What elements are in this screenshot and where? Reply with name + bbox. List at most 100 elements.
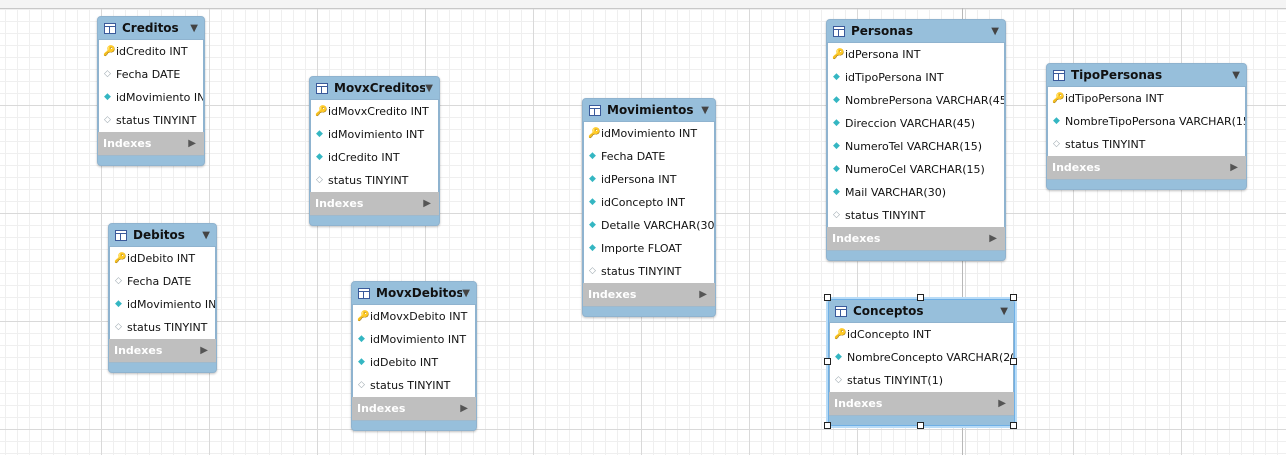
table-header[interactable]: Movimientos ▼ [583,99,715,121]
column-row[interactable]: ◇ status TINYINT [99,109,203,132]
selection-handle[interactable] [824,294,831,301]
indexes-section[interactable]: Indexes ▶ [1047,156,1246,180]
column-row[interactable]: ◆ idMovimiento INT [99,86,203,109]
column-row[interactable]: ◆ NombreConcepto VARCHAR(20) [830,346,1013,369]
indexes-section[interactable]: Indexes ▶ [352,397,476,421]
selection-handle[interactable] [1010,294,1017,301]
table-movxdebitos[interactable]: MovxDebitos ▼ 🔑 idMovxDebito INT ◆ idMovimien… [351,281,477,431]
collapse-arrow-icon[interactable]: ▼ [1000,306,1008,317]
collapse-arrow-icon[interactable]: ▼ [701,105,709,116]
column-row[interactable]: 🔑 idTipoPersona INT [1048,87,1245,110]
selection-handle[interactable] [824,422,831,429]
table-header[interactable]: MovxCreditos ▼ [310,77,439,99]
column-list: 🔑 idPersona INT ◆ idTipoPersona INT ◆ NombreP… [827,42,1005,227]
column-row[interactable]: ◆ idMovimiento INT [110,293,215,316]
column-row[interactable]: ◆ Detalle VARCHAR(30) [584,214,714,237]
collapse-arrow-icon[interactable]: ▼ [202,230,210,241]
column-label: Detalle VARCHAR(30) [601,219,714,232]
column-row[interactable]: ◇ status TINYINT [311,169,438,192]
column-row[interactable]: ◆ idPersona INT [584,168,714,191]
selection-handle[interactable] [916,294,924,301]
column-row[interactable]: 🔑 idPersona INT [828,43,1004,66]
indexes-section[interactable]: Indexes ▶ [583,283,715,307]
collapse-arrow-icon[interactable]: ▼ [462,288,470,299]
expand-arrow-icon[interactable]: ▶ [998,398,1006,409]
table-header[interactable]: Creditos ▼ [98,17,204,39]
column-row[interactable]: ◆ Fecha DATE [584,145,714,168]
column-row[interactable]: ◆ idMovimiento INT [311,123,438,146]
table-movxcreditos[interactable]: MovxCreditos ▼ 🔑 idMovxCredito INT ◆ idMovimi… [309,76,440,226]
indexes-section[interactable]: Indexes ▶ [827,227,1005,251]
column-row[interactable]: ◆ idTipoPersona INT [828,66,1004,89]
selection-handle[interactable] [1010,358,1017,365]
column-row[interactable]: 🔑 idCredito INT [99,40,203,63]
column-label: status TINYINT [1065,138,1146,151]
expand-arrow-icon[interactable]: ▶ [699,289,707,300]
selection-handle[interactable] [916,422,924,429]
column-row[interactable]: ◆ NumeroTel VARCHAR(15) [828,135,1004,158]
column-row[interactable]: 🔑 idMovxCredito INT [311,100,438,123]
nullable-column-icon: ◇ [589,266,596,276]
indexes-section[interactable]: Indexes ▶ [109,339,216,363]
indexes-section[interactable]: Indexes ▶ [98,132,204,156]
table-conceptos[interactable]: Conceptos ▼ 🔑 idConcepto INT ◆ NombreConcepto… [828,299,1015,426]
selection-handle[interactable] [824,358,831,365]
table-creditos[interactable]: Creditos ▼ 🔑 idCredito INT ◇ Fecha DATE ◆ idMov… [97,16,205,166]
table-personas[interactable]: Personas ▼ 🔑 idPersona INT ◆ idTipoPersona IN… [826,19,1006,261]
table-header[interactable]: Debitos ▼ [109,224,216,246]
column-row[interactable]: ◆ NombrePersona VARCHAR(45) [828,89,1004,112]
nullable-column-icon: ◇ [115,322,122,332]
expand-arrow-icon[interactable]: ▶ [188,138,196,149]
collapse-arrow-icon[interactable]: ▼ [991,26,999,37]
collapse-arrow-icon[interactable]: ▼ [190,23,198,34]
column-row[interactable]: ◆ NombreTipoPersona VARCHAR(15) [1048,110,1245,133]
column-label: Importe FLOAT [601,242,682,255]
column-row[interactable]: 🔑 idMovxDebito INT [353,305,475,328]
indexes-section[interactable]: Indexes ▶ [310,192,439,216]
column-row[interactable]: ◇ Fecha DATE [99,63,203,86]
table-header[interactable]: MovxDebitos ▼ [352,282,476,304]
column-row[interactable]: ◇ status TINYINT [110,316,215,339]
column-row[interactable]: ◆ Mail VARCHAR(30) [828,181,1004,204]
table-name: Conceptos [853,304,924,318]
column-label: idDebito INT [370,356,439,369]
expand-arrow-icon[interactable]: ▶ [989,233,997,244]
column-row[interactable]: 🔑 idDebito INT [110,247,215,270]
table-movimientos[interactable]: Movimientos ▼ 🔑 idMovimiento INT ◆ Fecha DATE… [582,98,716,317]
column-label: Fecha DATE [116,68,181,81]
expand-arrow-icon[interactable]: ▶ [423,198,431,209]
column-label: status TINYINT [328,174,409,187]
column-row[interactable]: ◇ Fecha DATE [110,270,215,293]
table-debitos[interactable]: Debitos ▼ 🔑 idDebito INT ◇ Fecha DATE ◆ idMovim… [108,223,217,373]
column-row[interactable]: ◆ NumeroCel VARCHAR(15) [828,158,1004,181]
collapse-arrow-icon[interactable]: ▼ [1232,70,1240,81]
table-header[interactable]: TipoPersonas ▼ [1047,64,1246,86]
selection-handle[interactable] [1010,422,1017,429]
column-row[interactable]: ◆ Importe FLOAT [584,237,714,260]
expand-arrow-icon[interactable]: ▶ [1230,162,1238,173]
table-header[interactable]: Personas ▼ [827,20,1005,42]
column-row[interactable]: 🔑 idConcepto INT [830,323,1013,346]
column-row[interactable]: ◆ idCredito INT [311,146,438,169]
column-row[interactable]: ◇ status TINYINT(1) [830,369,1013,392]
expand-arrow-icon[interactable]: ▶ [460,403,468,414]
column-row[interactable]: ◆ idDebito INT [353,351,475,374]
nullable-column-icon: ◇ [104,115,111,125]
column-label: NombreConcepto VARCHAR(20) [847,351,1013,364]
column-row[interactable]: ◇ status TINYINT [584,260,714,283]
table-tipopersonas[interactable]: TipoPersonas ▼ 🔑 idTipoPersona INT ◆ NombreTi… [1046,63,1247,190]
expand-arrow-icon[interactable]: ▶ [200,345,208,356]
column-row[interactable]: ◆ idMovimiento INT [353,328,475,351]
indexes-section[interactable]: Indexes ▶ [829,392,1014,416]
table-footer [98,156,204,165]
column-row[interactable]: ◇ status TINYINT [353,374,475,397]
column-row[interactable]: 🔑 idMovimiento INT [584,122,714,145]
table-name: MovxCreditos [334,81,426,95]
column-row[interactable]: ◇ status TINYINT [1048,133,1245,156]
column-row[interactable]: ◇ status TINYINT [828,204,1004,227]
column-row[interactable]: ◆ Direccion VARCHAR(45) [828,112,1004,135]
collapse-arrow-icon[interactable]: ▼ [425,83,433,94]
table-header[interactable]: Conceptos ▼ [829,300,1014,322]
table-name: Debitos [133,228,185,242]
column-row[interactable]: ◆ idConcepto INT [584,191,714,214]
